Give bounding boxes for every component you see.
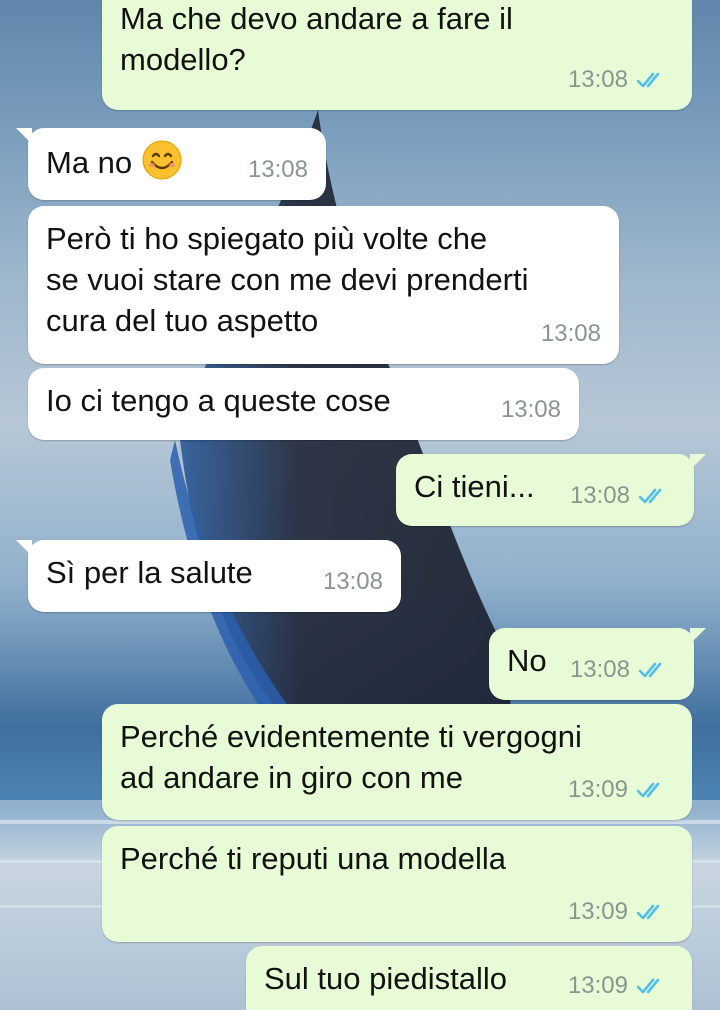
message-time: 13:09 — [567, 972, 628, 999]
message-time: 13:09 — [567, 776, 628, 803]
message-time: 13:08 — [500, 396, 561, 423]
double-check-read-icon — [636, 781, 666, 799]
double-check-read-icon — [638, 487, 668, 505]
message-time: 13:08 — [322, 568, 383, 595]
message-bubble-outgoing[interactable]: Sul tuo piedistallo 13:09 — [246, 946, 692, 1010]
message-bubble-incoming[interactable]: Però ti ho spiegato più volte che se vuo… — [28, 206, 619, 364]
message-bubble-incoming[interactable]: Sì per la salute 13:08 — [16, 540, 401, 612]
message-time: 13:09 — [567, 898, 628, 925]
message-bubble-outgoing[interactable]: Perché ti reputi una modella 13:09 — [102, 826, 692, 942]
message-time: 13:08 — [540, 320, 601, 347]
message-time: 13:08 — [567, 66, 628, 93]
message-bubble-outgoing[interactable]: Perché evidentemente ti vergogni ad anda… — [102, 704, 692, 820]
message-bubble-outgoing[interactable]: No 13:08 — [489, 628, 706, 700]
double-check-read-icon — [636, 977, 666, 995]
message-text: Ma no — [46, 145, 133, 180]
message-text: Io ci tengo a queste cose — [46, 383, 391, 418]
message-text: Però ti ho spiegato più volte che se vuo… — [46, 221, 529, 338]
double-check-read-icon — [636, 903, 666, 921]
smiling-face-emoji — [142, 140, 182, 180]
message-time: 13:08 — [569, 482, 630, 509]
message-bubble-incoming[interactable]: Io ci tengo a queste cose 13:08 — [28, 368, 579, 440]
message-bubble-outgoing[interactable]: Ma che devo andare a fare il modello? 13… — [102, 0, 704, 110]
message-time: 13:08 — [247, 156, 308, 183]
message-time: 13:08 — [569, 656, 630, 683]
message-text: Perché ti reputi una modella — [120, 841, 507, 876]
message-bubble-incoming[interactable]: Ma no 13:08 — [16, 128, 326, 200]
message-bubble-outgoing[interactable]: Ci tieni... 13:08 — [396, 454, 706, 526]
double-check-read-icon — [636, 71, 666, 89]
double-check-read-icon — [638, 661, 668, 679]
